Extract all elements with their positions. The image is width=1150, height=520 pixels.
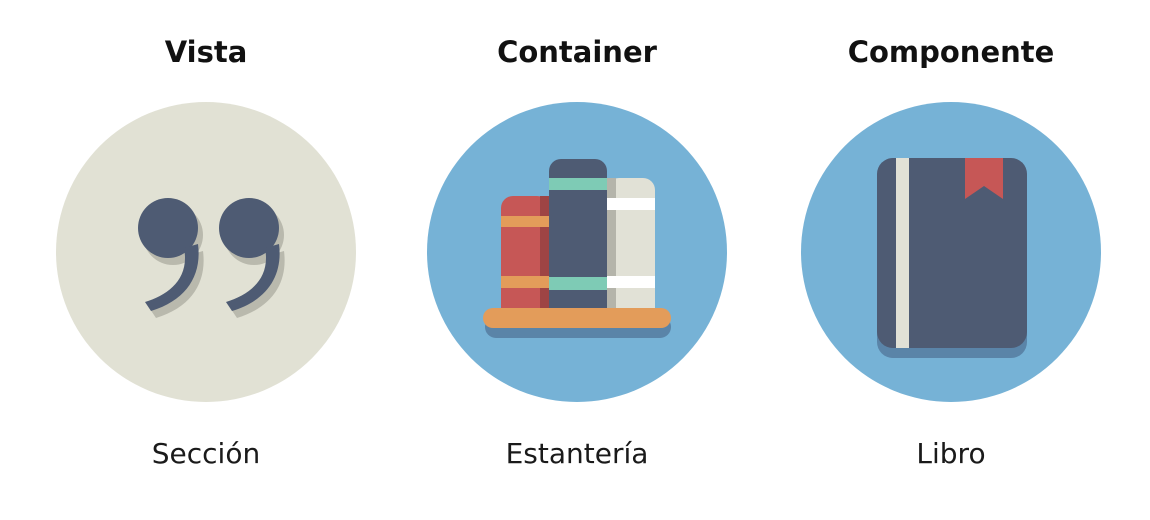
column-container: Container Estantería: [397, 0, 757, 520]
column-vista: Vista Sección: [26, 0, 386, 520]
column-componente: Componente Libro: [771, 0, 1131, 520]
caption-componente: Libro: [916, 437, 986, 470]
heading-container: Container: [497, 35, 657, 69]
bookshelf-icon: [427, 102, 727, 402]
quote-icon: [56, 102, 356, 402]
heading-vista: Vista: [164, 35, 248, 69]
caption-container: Estantería: [505, 437, 649, 470]
caption-vista: Sección: [151, 437, 261, 470]
heading-componente: Componente: [847, 35, 1055, 69]
book-icon: [801, 102, 1101, 402]
